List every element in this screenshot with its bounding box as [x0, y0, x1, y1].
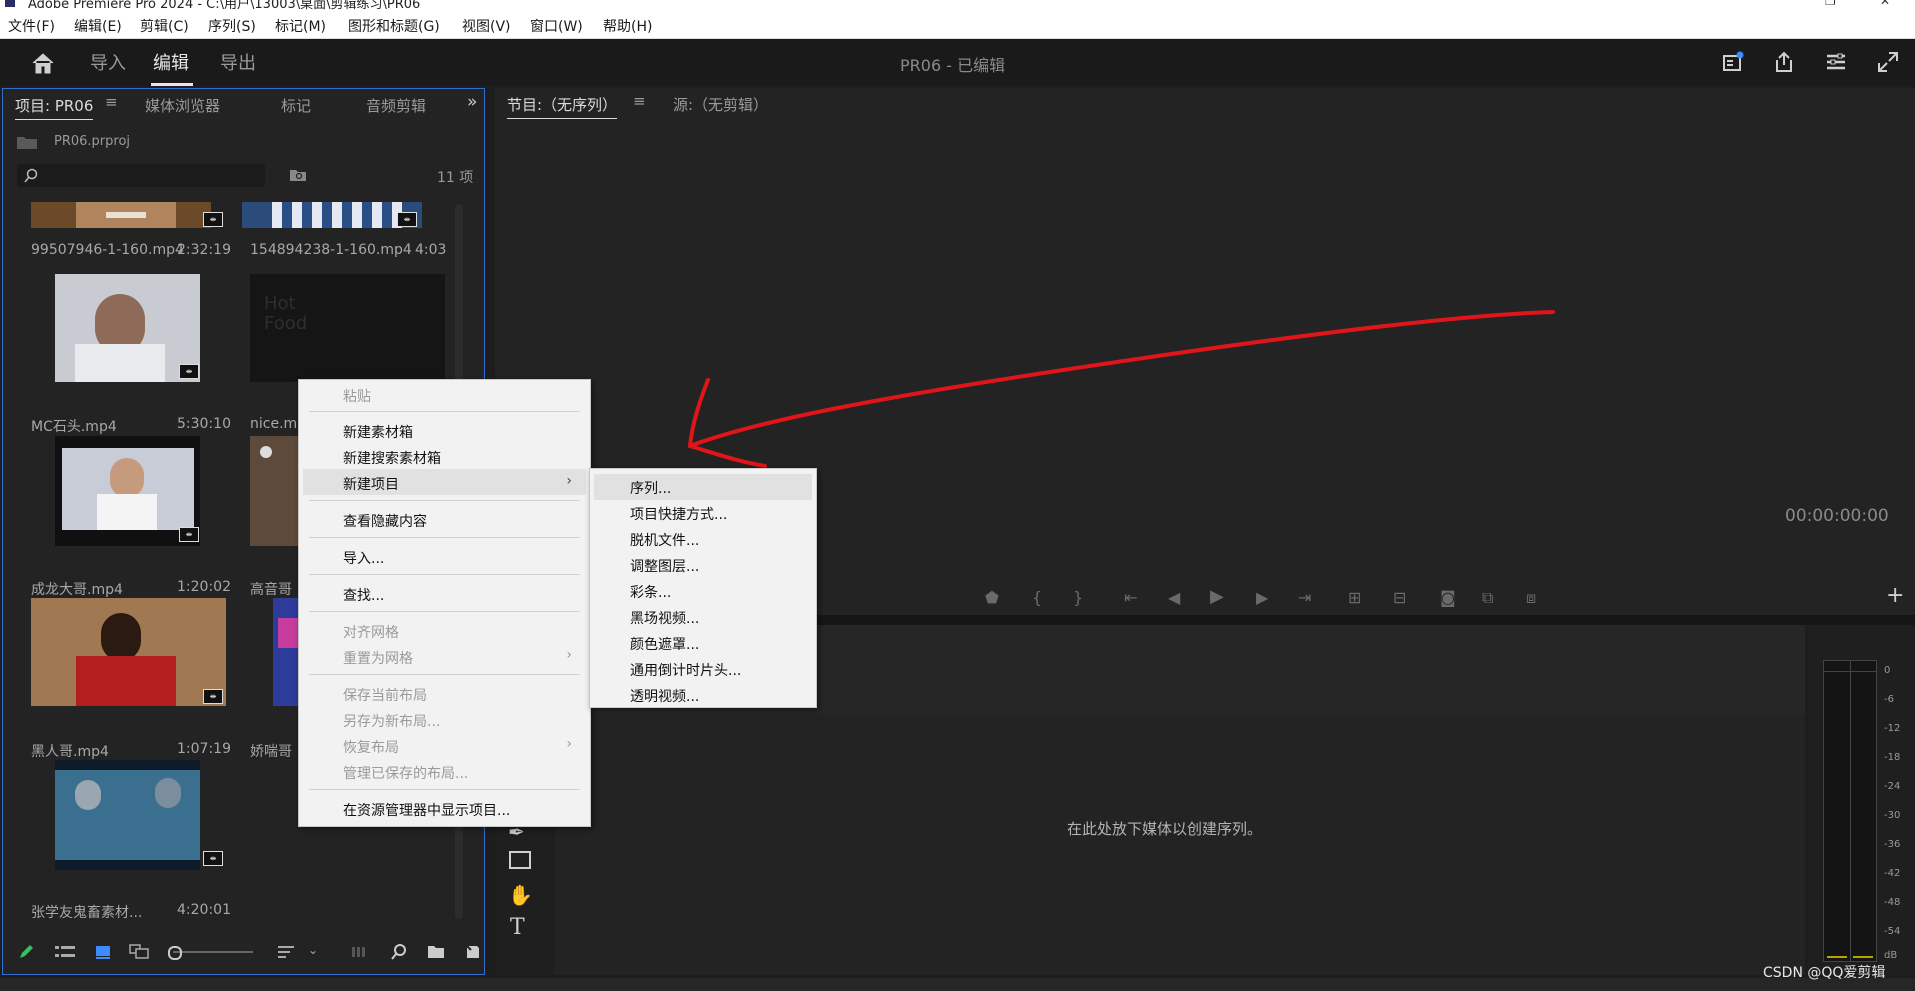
annotation-arrow-head [687, 378, 767, 468]
status-bar [0, 978, 1915, 991]
annotation-arrow [687, 310, 1555, 468]
menu-highlight [594, 474, 812, 500]
context-menu: 粘贴 新建素材箱 新建搜索素材箱 新建项目 › 查看隐藏内容 导入... 查找.… [298, 379, 591, 827]
menu-item-new-item[interactable]: 新建项目 [343, 474, 399, 494]
menu-separator [309, 674, 580, 675]
new-item-submenu: 序列... 项目快捷方式... 脱机文件... 调整图层... 彩条... 黑场… [589, 468, 817, 708]
submenu-item-adjustment-layer[interactable]: 调整图层... [630, 556, 699, 576]
menu-item-align-grid: 对齐网格 [343, 625, 399, 641]
menu-item-save-layout: 保存当前布局 [343, 688, 427, 704]
menu-separator [309, 611, 580, 612]
submenu-chevron-icon: › [566, 736, 572, 752]
menu-item-view-hidden[interactable]: 查看隐藏内容 [343, 511, 427, 531]
menu-item-new-search-bin[interactable]: 新建搜索素材箱 [343, 448, 441, 468]
menu-item-paste: 粘贴 [343, 389, 371, 405]
menu-separator [309, 537, 580, 538]
submenu-chevron-icon: › [566, 647, 572, 663]
annotation-arrow-line [688, 310, 1555, 448]
watermark: CSDN @QQ爱剪辑 [1763, 965, 1886, 981]
menu-item-reset-grid: 重置为网格 [343, 651, 413, 667]
submenu-item-color-matte[interactable]: 颜色遮罩... [630, 634, 699, 654]
submenu-item-bars-and-tone[interactable]: 彩条... [630, 582, 671, 602]
menu-separator [309, 411, 580, 412]
menu-item-restore-layout: 恢复布局 [343, 740, 399, 756]
submenu-item-countdown-leader[interactable]: 通用倒计时片头... [630, 660, 741, 680]
menu-item-save-as-layout: 另存为新布局... [343, 714, 441, 730]
menu-item-import[interactable]: 导入... [343, 548, 384, 568]
submenu-item-sequence[interactable]: 序列... [630, 478, 671, 498]
submenu-item-black-video[interactable]: 黑场视频... [630, 608, 699, 628]
menu-item-new-bin[interactable]: 新建素材箱 [343, 422, 413, 442]
menu-separator [309, 789, 580, 790]
submenu-item-transparent-video[interactable]: 透明视频... [630, 686, 699, 706]
menu-item-manage-layouts: 管理已保存的布局... [343, 766, 469, 782]
submenu-chevron-icon: › [566, 473, 572, 489]
menu-item-reveal-in-explorer[interactable]: 在资源管理器中显示项目... [343, 800, 510, 820]
menu-item-find[interactable]: 查找... [343, 585, 384, 605]
submenu-item-project-shortcut[interactable]: 项目快捷方式... [630, 504, 727, 524]
menu-separator [309, 574, 580, 575]
menu-separator [309, 500, 580, 501]
submenu-item-offline-file[interactable]: 脱机文件... [630, 530, 699, 550]
